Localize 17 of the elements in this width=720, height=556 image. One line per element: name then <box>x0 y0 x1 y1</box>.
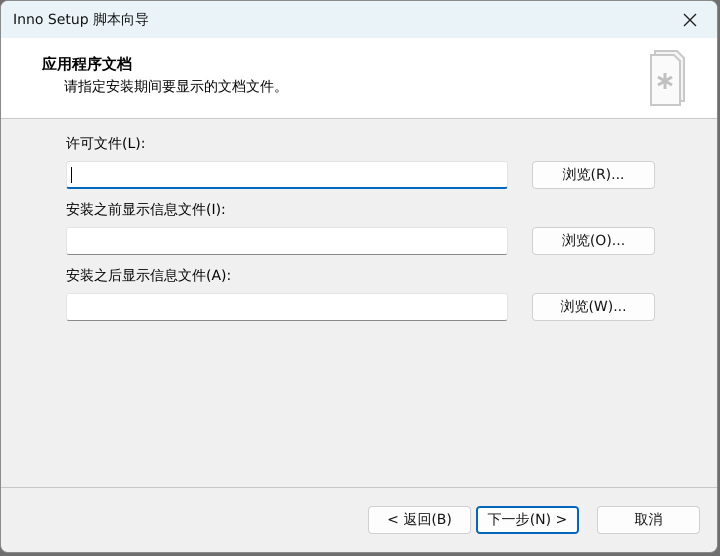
close-icon <box>682 12 698 28</box>
wizard-button[interactable]: < 返回(B) <box>368 506 471 534</box>
field-label: 安装之后显示信息文件(A): <box>66 267 232 285</box>
window-title: Inno Setup 脚本向导 <box>13 10 150 28</box>
input-field[interactable] <box>66 227 508 255</box>
document-icon <box>649 49 687 107</box>
wizard-button[interactable]: 取消 <box>597 506 700 534</box>
input-field[interactable] <box>66 161 508 189</box>
wizard-button[interactable]: 下一步(N) > <box>476 506 579 534</box>
browse-button[interactable]: 浏览(R)... <box>532 161 655 189</box>
field-label: 许可文件(L): <box>66 135 146 153</box>
field-label: 安装之前显示信息文件(I): <box>66 201 227 219</box>
page-description: 请指定安装期间要显示的文档文件。 <box>63 78 288 96</box>
browse-button[interactable]: 浏览(O)... <box>532 227 655 255</box>
browse-button[interactable]: 浏览(W)... <box>532 293 655 321</box>
input-field[interactable] <box>66 293 508 321</box>
page-heading: 应用程序文档 <box>42 54 133 74</box>
